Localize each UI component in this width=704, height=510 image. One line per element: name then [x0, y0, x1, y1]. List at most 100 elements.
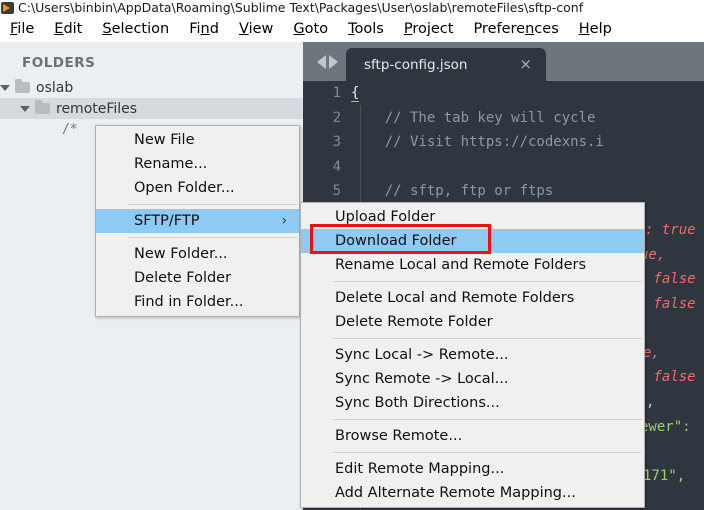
- code-fragment: : true: [645, 222, 696, 238]
- code-fragment: false: [645, 296, 696, 312]
- code-lines: 1{2 // The tab key will cycle 3 // Visit …: [303, 81, 704, 204]
- tab-nav-arrows[interactable]: [303, 42, 346, 81]
- menu-item-label: Open Folder...: [134, 180, 235, 196]
- context-menu-item-delete-folder[interactable]: Delete Folder: [96, 266, 299, 290]
- context-menu-item-new-folder[interactable]: New Folder...: [96, 242, 299, 266]
- menu-item-label: Sync Local -> Remote...: [335, 347, 509, 363]
- menubar-item-find[interactable]: Find: [189, 19, 230, 39]
- code-line: 1{: [303, 81, 704, 106]
- nav-forward-arrow-icon[interactable]: [329, 54, 338, 69]
- submenu-item-delete-local-and-remote-folders[interactable]: Delete Local and Remote Folders: [301, 286, 644, 310]
- menu-separator: [128, 204, 297, 205]
- chevron-down-icon[interactable]: [0, 84, 10, 91]
- code-line: 4: [303, 155, 704, 180]
- submenu-item-delete-remote-folder[interactable]: Delete Remote Folder: [301, 310, 644, 334]
- tab-label: sftp-config.json: [364, 56, 468, 73]
- submenu-item-sync-remote-local[interactable]: Sync Remote -> Local...: [301, 367, 644, 391]
- folder-icon: [35, 100, 50, 114]
- submenu-item-upload-folder[interactable]: Upload Folder: [301, 205, 644, 229]
- folder-item-label: remoteFiles: [56, 100, 138, 117]
- menu-separator: [333, 452, 642, 453]
- line-number: 3: [332, 134, 341, 151]
- sidebar-header-folders: FOLDERS: [22, 55, 96, 71]
- menu-separator: [333, 338, 642, 339]
- code-line: 2 // The tab key will cycle: [303, 106, 704, 131]
- file-item-label: /*: [62, 122, 78, 137]
- menubar-item-help[interactable]: Help: [579, 19, 623, 39]
- context-menu-item-new-file[interactable]: New File: [96, 128, 299, 152]
- menubar-item-selection[interactable]: Selection: [102, 19, 180, 39]
- menu-separator: [333, 419, 642, 420]
- code-line: 3 // Visit https://codexns.i: [303, 130, 704, 155]
- menu-separator: [333, 281, 642, 282]
- submenu-item-edit-remote-mapping[interactable]: Edit Remote Mapping...: [301, 457, 644, 481]
- sublime-text-window: C:\Users\binbin\AppData\Roaming\Sublime …: [0, 0, 704, 510]
- menubar-item-project[interactable]: Project: [404, 19, 465, 39]
- menubar-item-file[interactable]: File: [10, 19, 45, 39]
- submenu-item-browse-remote[interactable]: Browse Remote...: [301, 424, 644, 448]
- menubar-item-edit[interactable]: Edit: [54, 19, 93, 39]
- code-text: // Visit https://codexns.i: [351, 134, 604, 151]
- submenu-item-add-alternate-remote-mapping[interactable]: Add Alternate Remote Mapping...: [301, 481, 644, 505]
- code-fragment: ,: [646, 394, 655, 410]
- sublime-text-icon: [1, 1, 14, 14]
- submenu-item-download-folder[interactable]: Download Folder: [301, 229, 644, 253]
- menu-item-label: Browse Remote...: [335, 428, 463, 444]
- nav-back-arrow-icon[interactable]: [317, 54, 326, 69]
- menu-separator: [128, 237, 297, 238]
- code-line: 5 // sftp, ftp or ftps: [303, 179, 704, 204]
- menu-item-label: Sync Remote -> Local...: [335, 371, 509, 387]
- folder-context-menu[interactable]: New File Rename... Open Folder... SFTP/FTP ›…: [95, 125, 300, 317]
- menu-item-label: New File: [134, 132, 195, 148]
- submenu-item-sync-local-remote[interactable]: Sync Local -> Remote...: [301, 343, 644, 367]
- code-fragment: ewer":: [640, 419, 691, 435]
- title-bar: C:\Users\binbin\AppData\Roaming\Sublime …: [0, 0, 704, 15]
- window-title: C:\Users\binbin\AppData\Roaming\Sublime …: [18, 0, 584, 15]
- folder-item-remoteFiles[interactable]: remoteFiles: [0, 98, 303, 119]
- chevron-down-icon[interactable]: [20, 105, 30, 112]
- code-fragment: false: [645, 369, 696, 385]
- menu-item-label: Delete Remote Folder: [335, 314, 493, 330]
- menu-item-label: Delete Folder: [134, 270, 232, 286]
- menubar-item-tools[interactable]: Tools: [348, 19, 395, 39]
- menu-item-label: SFTP/FTP: [134, 213, 200, 229]
- code-text: // sftp, ftp or ftps: [351, 183, 554, 200]
- line-number: 5: [332, 183, 341, 200]
- code-fragment: 171",: [643, 468, 686, 484]
- context-menu-item-rename[interactable]: Rename...: [96, 152, 299, 176]
- menubar-item-goto[interactable]: Goto: [293, 19, 339, 39]
- menu-item-label: New Folder...: [134, 246, 228, 262]
- line-number: 1: [332, 85, 341, 102]
- menu-item-label: Download Folder: [335, 233, 457, 249]
- submenu-item-rename-local-and-remote-folders[interactable]: Rename Local and Remote Folders: [301, 253, 644, 277]
- menubar-item-preferences[interactable]: Preferences: [473, 19, 569, 39]
- context-menu-item-find-in-folder[interactable]: Find in Folder...: [96, 290, 299, 314]
- menu-item-label: Sync Both Directions...: [335, 395, 500, 411]
- folder-item-oslab[interactable]: oslab: [0, 77, 303, 98]
- folder-icon: [15, 79, 30, 93]
- menu-item-label: Edit Remote Mapping...: [335, 461, 505, 477]
- menu-item-label: Delete Local and Remote Folders: [335, 290, 575, 306]
- chevron-right-icon: ›: [281, 213, 287, 229]
- close-icon[interactable]: ×: [519, 57, 532, 72]
- menu-item-label: Rename Local and Remote Folders: [335, 257, 587, 273]
- context-menu-item-sftp-ftp[interactable]: SFTP/FTP ›: [96, 209, 299, 233]
- submenu-item-sync-both-directions[interactable]: Sync Both Directions...: [301, 391, 644, 415]
- code-fragment: e,: [643, 345, 660, 361]
- menu-item-label: Upload Folder: [335, 209, 436, 225]
- folder-item-label: oslab: [36, 79, 74, 96]
- code-text: // The tab key will cycle: [351, 109, 596, 126]
- sftp-ftp-submenu[interactable]: Upload Folder Download Folder Rename Local…: [300, 202, 645, 508]
- menu-item-label: Find in Folder...: [134, 294, 244, 310]
- line-number: 4: [332, 158, 341, 175]
- line-number: 2: [332, 109, 341, 126]
- tab-sftp-config-json[interactable]: sftp-config.json ×: [346, 48, 546, 81]
- code-fragment: false: [645, 271, 696, 287]
- menu-item-label: Rename...: [134, 156, 208, 172]
- menu-item-label: Add Alternate Remote Mapping...: [335, 485, 576, 501]
- tab-bar: sftp-config.json ×: [303, 42, 704, 81]
- context-menu-item-open-folder[interactable]: Open Folder...: [96, 176, 299, 200]
- menubar-item-view[interactable]: View: [239, 19, 284, 39]
- menu-bar: File Edit Selection Find View Goto Tools Projec…: [0, 15, 704, 42]
- code-text: {: [351, 85, 360, 103]
